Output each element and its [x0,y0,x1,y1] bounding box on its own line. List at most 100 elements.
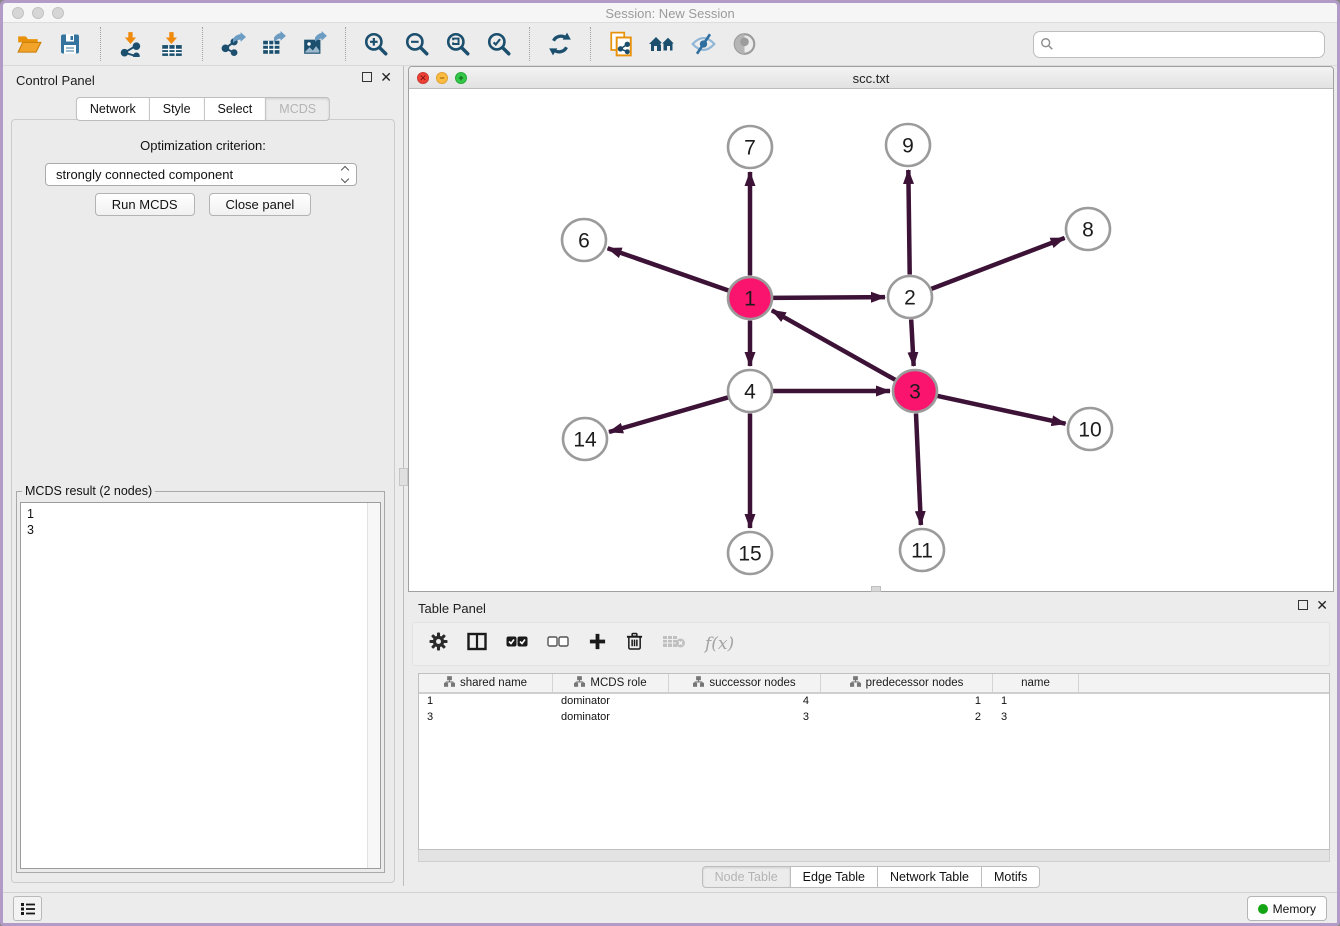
task-history-button[interactable] [13,896,42,921]
save-session-icon[interactable] [56,30,84,58]
table-tab-network-table[interactable]: Network Table [878,866,982,888]
table-cell[interactable]: 3 [419,710,553,726]
graph-edge-3-11[interactable] [916,413,921,525]
first-neighbors-icon[interactable] [648,30,676,58]
control-panel-tabs: NetworkStyleSelectMCDS [76,97,330,121]
column-header-predecessor-nodes[interactable]: predecessor nodes [821,674,993,692]
graph-node-10[interactable]: 10 [1068,408,1112,450]
window-title: Session: New Session [3,6,1337,21]
tab-network[interactable]: Network [76,97,150,121]
delete-column-trash-icon[interactable] [626,632,643,656]
graph-edge-3-1[interactable] [772,310,896,380]
panel-splitter[interactable] [402,66,405,886]
table-tab-motifs[interactable]: Motifs [982,866,1040,888]
close-panel-icon[interactable]: ✕ [380,72,392,82]
graph-edge-2-9[interactable] [908,170,909,275]
control-panel: Control Panel ✕ NetworkStyleSelectMCDS O… [6,66,400,889]
tab-select[interactable]: Select [205,97,267,121]
search-field[interactable] [1033,31,1325,58]
network-graph[interactable]: 7 9 6 8 1 2 4 3 14 10 15 11 [409,89,1333,591]
mcds-result-text[interactable]: 13 [20,502,381,869]
network-window-titlebar: ✕ − + scc.txt [409,67,1333,89]
table-cell[interactable]: dominator [553,694,669,710]
select-all-columns-icon[interactable] [506,635,528,653]
graph-node-14[interactable]: 14 [563,418,607,460]
deselect-all-columns-icon[interactable] [547,635,569,653]
zoom-selected-icon[interactable] [485,30,513,58]
main-toolbar [3,23,1337,66]
column-header-shared-name[interactable]: shared name [419,674,553,692]
clone-network-icon[interactable] [607,30,635,58]
table-cell[interactable]: 1 [993,694,1079,710]
import-network-icon[interactable] [117,30,145,58]
criterion-dropdown[interactable]: strongly connected component [45,163,357,186]
export-table-icon[interactable] [260,30,288,58]
graph-edge-1-2[interactable] [772,297,885,298]
zoom-out-icon[interactable] [403,30,431,58]
tab-style[interactable]: Style [150,97,205,121]
memory-button[interactable]: Memory [1247,896,1327,921]
close-panel-button[interactable]: Close panel [209,193,312,216]
graph-edge-2-3[interactable] [911,319,913,366]
table-cell[interactable]: 1 [419,694,553,710]
tab-mcds[interactable]: MCDS [266,97,330,121]
table-cell[interactable]: dominator [553,710,669,726]
float-panel-icon[interactable] [362,72,372,82]
graph-node-4[interactable]: 4 [728,370,772,412]
graph-node-9[interactable]: 9 [886,124,930,166]
export-image-icon[interactable] [301,30,329,58]
status-bar: Memory [3,892,1337,923]
run-mcds-button[interactable]: Run MCDS [95,193,195,216]
graph-edge-1-6[interactable] [608,248,729,290]
graph-node-11[interactable]: 11 [900,529,944,571]
column-header-MCDS-role[interactable]: MCDS role [553,674,669,692]
zoom-fit-icon[interactable] [444,30,472,58]
import-table-icon[interactable] [158,30,186,58]
graph-node-7[interactable]: 7 [728,126,772,168]
mcds-result-title: MCDS result (2 nodes) [22,484,155,498]
result-scrollbar[interactable] [367,503,380,868]
close-table-panel-icon[interactable]: ✕ [1316,600,1328,610]
table-cell[interactable]: 4 [669,694,821,710]
network-canvas[interactable]: 7 9 6 8 1 2 4 3 14 10 15 11 [409,89,1333,591]
graph-node-6[interactable]: 6 [562,219,606,261]
search-input[interactable] [1058,37,1318,51]
delete-table-icon[interactable] [662,634,686,654]
create-column-plus-icon[interactable] [588,632,607,656]
hide-selected-eye-icon[interactable] [689,30,717,58]
table-row[interactable]: 3dominator323 [419,710,1329,726]
graph-node-2[interactable]: 2 [888,276,932,318]
svg-text:2: 2 [904,287,916,310]
graph-node-1[interactable]: 1 [728,277,772,319]
graph-node-3[interactable]: 3 [893,370,937,412]
criterion-dropdown-value: strongly connected component [56,167,342,182]
splitter-grip[interactable] [399,468,408,486]
table-panel-title: Table Panel [418,601,486,616]
table-settings-gear-icon[interactable] [429,632,448,656]
refresh-view-icon[interactable] [546,30,574,58]
function-builder-icon[interactable]: f(x) [705,634,734,654]
graph-edge-4-14[interactable] [609,397,728,432]
table-cell[interactable]: 3 [669,710,821,726]
export-network-icon[interactable] [219,30,247,58]
table-cell[interactable]: 2 [821,710,993,726]
column-header-name[interactable]: name [993,674,1079,692]
float-table-panel-icon[interactable] [1298,600,1308,610]
table-row[interactable]: 1dominator411 [419,694,1329,710]
show-column-panel-icon[interactable] [467,632,487,656]
network-resize-grip[interactable] [871,586,881,592]
table-scroll-strip[interactable] [418,850,1330,862]
toolbar-divider [590,27,591,61]
graph-node-8[interactable]: 8 [1066,208,1110,250]
table-tab-node-table[interactable]: Node Table [702,866,791,888]
graph-edge-3-10[interactable] [937,396,1066,424]
table-tab-edge-table[interactable]: Edge Table [791,866,878,888]
table-cell[interactable]: 1 [821,694,993,710]
graph-node-15[interactable]: 15 [728,532,772,574]
column-header-successor-nodes[interactable]: successor nodes [669,674,821,692]
open-file-icon[interactable] [15,30,43,58]
table-cell[interactable]: 3 [993,710,1079,726]
zoom-in-icon[interactable] [362,30,390,58]
show-all-eye-icon[interactable] [730,30,758,58]
graph-edge-2-8[interactable] [931,238,1065,289]
